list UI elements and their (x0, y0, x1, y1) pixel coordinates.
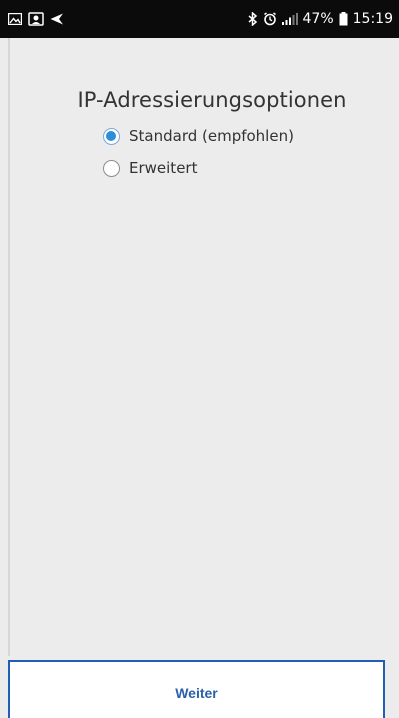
left-edge-divider (8, 38, 10, 656)
next-button-label: Weiter (175, 685, 218, 701)
status-left-icons (8, 10, 64, 28)
option-standard[interactable]: Standard (empfohlen) (103, 120, 294, 152)
option-standard-label: Standard (empfohlen) (129, 127, 294, 145)
radio-standard-checked[interactable] (103, 127, 120, 145)
page-title: IP-Adressierungsoptionen (77, 88, 347, 112)
status-right-icons: 47% 15:19 (248, 9, 393, 29)
battery-percent: 47% (302, 11, 334, 27)
ip-options-radio-group: Standard (empfohlen) Erweitert (103, 120, 294, 184)
signal-icon (281, 13, 298, 25)
clock: 15:19 (352, 11, 393, 27)
option-advanced-label: Erweitert (129, 159, 198, 177)
radio-advanced-unchecked[interactable] (103, 159, 120, 177)
app-screen: 47% 15:19 IP-Adressierungsoptionen Stand… (0, 0, 399, 718)
status-bar: 47% 15:19 (0, 0, 399, 38)
next-button[interactable]: Weiter (8, 660, 385, 718)
battery-icon (339, 12, 348, 26)
face-unlock-icon (28, 12, 44, 26)
option-advanced[interactable]: Erweitert (103, 152, 294, 184)
main-content: IP-Adressierungsoptionen Standard (empfo… (0, 38, 399, 660)
send-icon (50, 13, 64, 25)
image-icon (8, 13, 22, 25)
bluetooth-icon (248, 12, 258, 26)
alarm-icon (263, 12, 277, 26)
